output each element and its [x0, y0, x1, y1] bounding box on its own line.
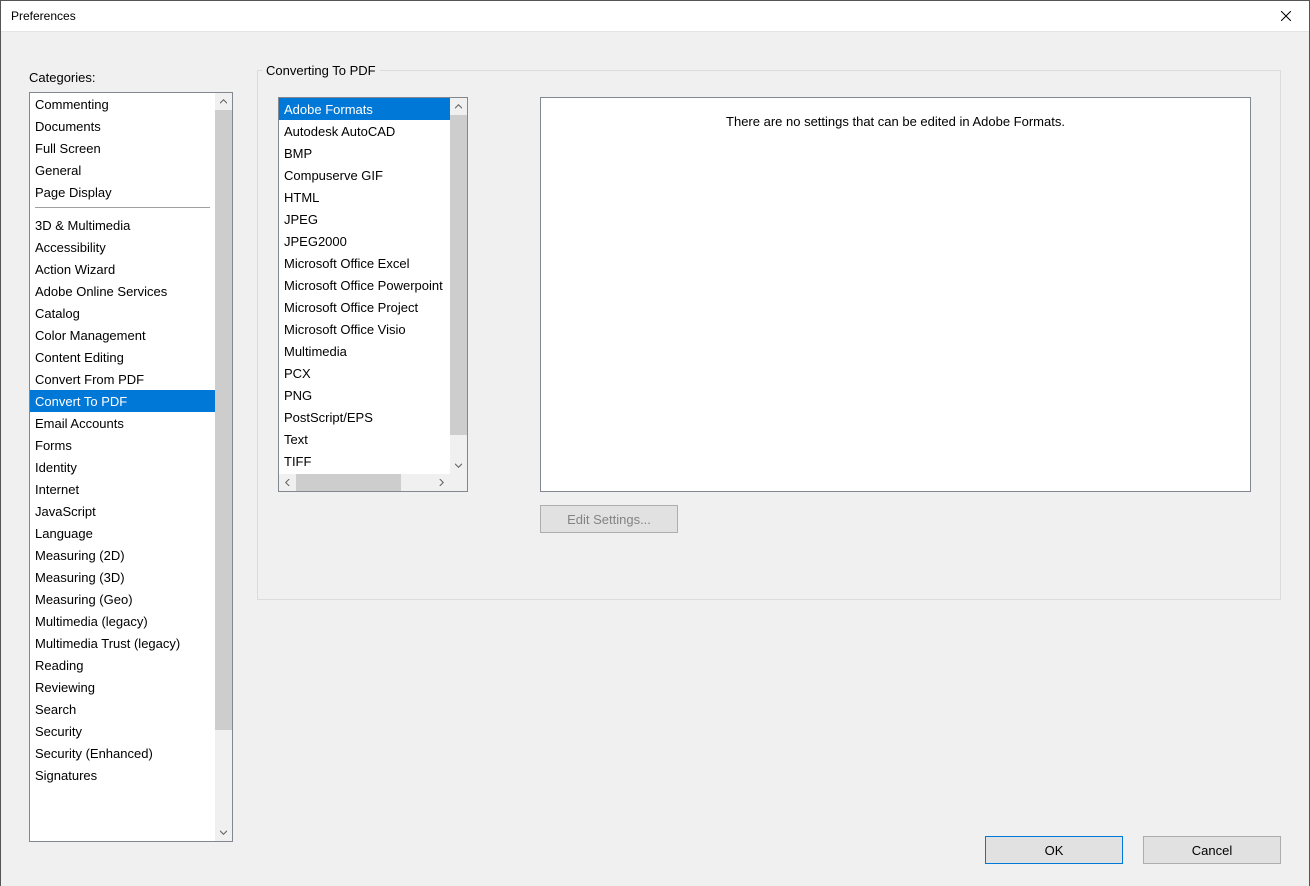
format-item[interactable]: BMP — [279, 142, 450, 164]
categories-label: Categories: — [29, 70, 95, 85]
scroll-down-icon[interactable] — [450, 457, 467, 474]
close-button[interactable] — [1263, 1, 1309, 31]
category-item[interactable]: Identity — [30, 456, 215, 478]
dialog-buttons: OK Cancel — [985, 836, 1281, 864]
category-item[interactable]: Security (Enhanced) — [30, 742, 215, 764]
edit-settings-button: Edit Settings... — [540, 505, 678, 533]
category-item[interactable]: Convert To PDF — [30, 390, 215, 412]
category-item[interactable]: Color Management — [30, 324, 215, 346]
category-item[interactable]: Reading — [30, 654, 215, 676]
format-item[interactable]: Autodesk AutoCAD — [279, 120, 450, 142]
scrollbar-thumb[interactable] — [296, 474, 401, 491]
cancel-button[interactable]: Cancel — [1143, 836, 1281, 864]
scroll-down-icon[interactable] — [215, 824, 232, 841]
category-item[interactable]: Measuring (3D) — [30, 566, 215, 588]
category-item[interactable]: Full Screen — [30, 137, 215, 159]
format-item[interactable]: TIFF — [279, 450, 450, 472]
category-item[interactable]: General — [30, 159, 215, 181]
category-item[interactable]: Page Display — [30, 181, 215, 203]
scroll-up-icon[interactable] — [215, 93, 232, 110]
converting-to-pdf-group: Converting To PDF Adobe FormatsAutodesk … — [257, 70, 1281, 600]
category-item[interactable]: Email Accounts — [30, 412, 215, 434]
category-item[interactable]: Commenting — [30, 93, 215, 115]
category-item[interactable]: Internet — [30, 478, 215, 500]
format-item[interactable]: Text — [279, 428, 450, 450]
settings-message: There are no settings that can be edited… — [726, 114, 1065, 129]
category-item[interactable]: Security — [30, 720, 215, 742]
titlebar: Preferences — [1, 1, 1309, 32]
format-item[interactable]: PNG — [279, 384, 450, 406]
formats-hscrollbar[interactable] — [279, 474, 450, 491]
format-item[interactable]: JPEG2000 — [279, 230, 450, 252]
ok-button[interactable]: OK — [985, 836, 1123, 864]
category-item[interactable]: Measuring (2D) — [30, 544, 215, 566]
formats-vscrollbar[interactable] — [450, 98, 467, 474]
content-area: Categories: CommentingDocumentsFull Scre… — [1, 32, 1309, 886]
category-item[interactable]: Measuring (Geo) — [30, 588, 215, 610]
scrollbar-thumb[interactable] — [450, 115, 467, 435]
settings-panel: There are no settings that can be edited… — [540, 97, 1251, 492]
category-item[interactable]: Multimedia (legacy) — [30, 610, 215, 632]
format-item[interactable]: JPEG — [279, 208, 450, 230]
format-item[interactable]: Compuserve GIF — [279, 164, 450, 186]
window-title: Preferences — [11, 9, 76, 23]
category-divider — [35, 207, 210, 208]
format-item[interactable]: Microsoft Office Excel — [279, 252, 450, 274]
category-item[interactable]: Convert From PDF — [30, 368, 215, 390]
category-item[interactable]: Adobe Online Services — [30, 280, 215, 302]
format-item[interactable]: Multimedia — [279, 340, 450, 362]
category-item[interactable]: Signatures — [30, 764, 215, 786]
scroll-right-icon[interactable] — [433, 474, 450, 491]
format-item[interactable]: Microsoft Office Visio — [279, 318, 450, 340]
category-item[interactable]: Language — [30, 522, 215, 544]
formats-listbox[interactable]: Adobe FormatsAutodesk AutoCADBMPCompuser… — [278, 97, 468, 492]
scrollbar-thumb[interactable] — [215, 110, 232, 730]
format-item[interactable]: PCX — [279, 362, 450, 384]
category-item[interactable]: Catalog — [30, 302, 215, 324]
category-item[interactable]: Reviewing — [30, 676, 215, 698]
scroll-left-icon[interactable] — [279, 474, 296, 491]
category-item[interactable]: Search — [30, 698, 215, 720]
scroll-up-icon[interactable] — [450, 98, 467, 115]
scrollbar-corner — [450, 474, 467, 491]
category-item[interactable]: Action Wizard — [30, 258, 215, 280]
category-item[interactable]: Forms — [30, 434, 215, 456]
group-title: Converting To PDF — [262, 63, 380, 78]
format-item[interactable]: Microsoft Office Powerpoint — [279, 274, 450, 296]
categories-scrollbar[interactable] — [215, 93, 232, 841]
format-item[interactable]: Microsoft Office Project — [279, 296, 450, 318]
category-item[interactable]: Documents — [30, 115, 215, 137]
category-item[interactable]: JavaScript — [30, 500, 215, 522]
categories-listbox[interactable]: CommentingDocumentsFull ScreenGeneralPag… — [29, 92, 233, 842]
category-item[interactable]: Content Editing — [30, 346, 215, 368]
close-icon — [1281, 11, 1291, 21]
category-item[interactable]: Accessibility — [30, 236, 215, 258]
category-item[interactable]: Multimedia Trust (legacy) — [30, 632, 215, 654]
category-item[interactable]: 3D & Multimedia — [30, 214, 215, 236]
format-item[interactable]: HTML — [279, 186, 450, 208]
format-item[interactable]: Adobe Formats — [279, 98, 450, 120]
format-item[interactable]: PostScript/EPS — [279, 406, 450, 428]
